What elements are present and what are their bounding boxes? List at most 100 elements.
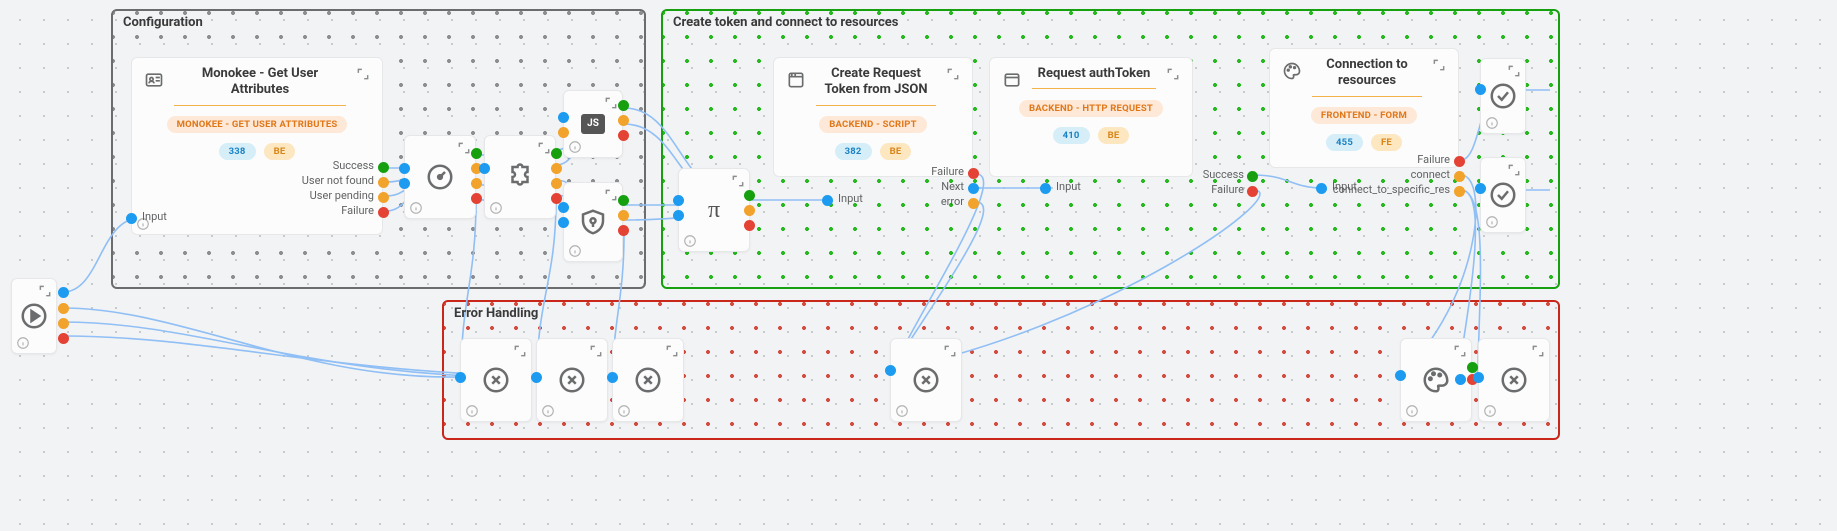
port[interactable] bbox=[618, 115, 629, 126]
tag-id: 382 bbox=[835, 143, 872, 160]
port[interactable] bbox=[744, 220, 755, 231]
port-failure[interactable] bbox=[968, 168, 979, 179]
port-label: User pending bbox=[290, 189, 374, 202]
node-error-1[interactable] bbox=[460, 338, 532, 422]
port[interactable] bbox=[1395, 370, 1406, 381]
gauge-icon bbox=[425, 162, 455, 192]
node-start[interactable] bbox=[11, 278, 57, 354]
node-puzzle[interactable] bbox=[484, 135, 556, 219]
port-label: Failure bbox=[1190, 183, 1244, 196]
expand-icon[interactable] bbox=[1531, 343, 1545, 357]
node-gauge[interactable] bbox=[404, 135, 476, 219]
port[interactable] bbox=[551, 148, 562, 159]
group-configuration-label: Configuration bbox=[123, 15, 203, 30]
port-error[interactable] bbox=[968, 198, 979, 209]
expand-icon[interactable] bbox=[356, 66, 370, 80]
port-pending[interactable] bbox=[378, 192, 389, 203]
port-out[interactable] bbox=[58, 333, 69, 344]
port[interactable] bbox=[618, 130, 629, 141]
port[interactable] bbox=[618, 225, 629, 236]
port[interactable] bbox=[618, 210, 629, 221]
port[interactable] bbox=[551, 163, 562, 174]
port[interactable] bbox=[531, 372, 542, 383]
port[interactable] bbox=[673, 210, 684, 221]
port-out[interactable] bbox=[58, 287, 69, 298]
port[interactable] bbox=[673, 195, 684, 206]
port-success[interactable] bbox=[1247, 171, 1258, 182]
port-input[interactable] bbox=[822, 195, 833, 206]
port[interactable] bbox=[479, 163, 490, 174]
port-input[interactable] bbox=[1316, 183, 1327, 194]
port[interactable] bbox=[558, 127, 569, 138]
port[interactable] bbox=[399, 178, 410, 189]
expand-icon[interactable] bbox=[537, 140, 551, 154]
expand-icon[interactable] bbox=[457, 140, 471, 154]
port-connect[interactable] bbox=[1454, 171, 1465, 182]
port[interactable] bbox=[1473, 372, 1484, 383]
port-input[interactable] bbox=[1040, 183, 1051, 194]
port[interactable] bbox=[618, 195, 629, 206]
port[interactable] bbox=[607, 372, 618, 383]
port[interactable] bbox=[471, 148, 482, 159]
node-check-2[interactable] bbox=[1480, 157, 1526, 233]
expand-icon[interactable] bbox=[1453, 343, 1467, 357]
expand-icon[interactable] bbox=[589, 343, 603, 357]
port[interactable] bbox=[558, 217, 569, 228]
port[interactable] bbox=[471, 178, 482, 189]
expand-icon[interactable] bbox=[604, 95, 618, 109]
expand-icon[interactable] bbox=[1166, 66, 1180, 80]
node-error-2[interactable] bbox=[536, 338, 608, 422]
port[interactable] bbox=[558, 202, 569, 213]
expand-icon[interactable] bbox=[943, 343, 957, 357]
port[interactable] bbox=[399, 163, 410, 174]
port-success[interactable] bbox=[378, 162, 389, 173]
port-failure[interactable] bbox=[1247, 186, 1258, 197]
expand-icon[interactable] bbox=[1432, 57, 1446, 71]
port[interactable] bbox=[1475, 84, 1486, 95]
port[interactable] bbox=[1455, 374, 1466, 385]
x-circle-icon bbox=[633, 365, 663, 395]
node-error-5[interactable] bbox=[1478, 338, 1550, 422]
card-connection[interactable]: Connection to resources FRONTEND - FORM … bbox=[1269, 48, 1459, 168]
node-error-4[interactable] bbox=[890, 338, 962, 422]
port-next[interactable] bbox=[968, 183, 979, 194]
port[interactable] bbox=[618, 100, 629, 111]
port-out[interactable] bbox=[58, 303, 69, 314]
port-out[interactable] bbox=[58, 318, 69, 329]
card-create-token[interactable]: Create Request Token from JSON BACKEND -… bbox=[773, 57, 973, 177]
node-shield[interactable] bbox=[563, 182, 623, 262]
port[interactable] bbox=[558, 112, 569, 123]
port[interactable] bbox=[885, 365, 896, 376]
play-icon bbox=[19, 301, 49, 331]
expand-icon[interactable] bbox=[1507, 162, 1521, 176]
puzzle-icon bbox=[505, 162, 535, 192]
expand-icon[interactable] bbox=[731, 173, 745, 187]
tag-type: MONOKEE - GET USER ATTRIBUTES bbox=[167, 116, 348, 133]
expand-icon[interactable] bbox=[604, 187, 618, 201]
port[interactable] bbox=[744, 190, 755, 201]
port[interactable] bbox=[744, 205, 755, 216]
port[interactable] bbox=[455, 372, 466, 383]
card-title: Connection to resources bbox=[1312, 57, 1422, 97]
group-error[interactable]: Error Handling bbox=[442, 300, 1560, 440]
port[interactable] bbox=[551, 178, 562, 189]
tag-side: BE bbox=[264, 143, 296, 160]
node-error-3[interactable] bbox=[612, 338, 684, 422]
card-request-auth[interactable]: Request authToken BACKEND - HTTP REQUEST… bbox=[989, 57, 1193, 177]
expand-icon[interactable] bbox=[665, 343, 679, 357]
node-js[interactable]: JS bbox=[563, 90, 623, 158]
expand-icon[interactable] bbox=[946, 66, 960, 80]
expand-icon[interactable] bbox=[1507, 63, 1521, 77]
port-label: error bbox=[920, 195, 964, 208]
node-pi[interactable]: π bbox=[678, 168, 750, 252]
port-not-found[interactable] bbox=[378, 177, 389, 188]
port-input[interactable] bbox=[126, 213, 137, 224]
port-connect-specific[interactable] bbox=[1454, 186, 1465, 197]
expand-icon[interactable] bbox=[513, 343, 527, 357]
port-failure[interactable] bbox=[378, 207, 389, 218]
expand-icon[interactable] bbox=[38, 283, 52, 297]
port-failure[interactable] bbox=[1454, 156, 1465, 167]
port[interactable] bbox=[1475, 183, 1486, 194]
node-check-1[interactable] bbox=[1480, 58, 1526, 134]
port[interactable] bbox=[471, 193, 482, 204]
